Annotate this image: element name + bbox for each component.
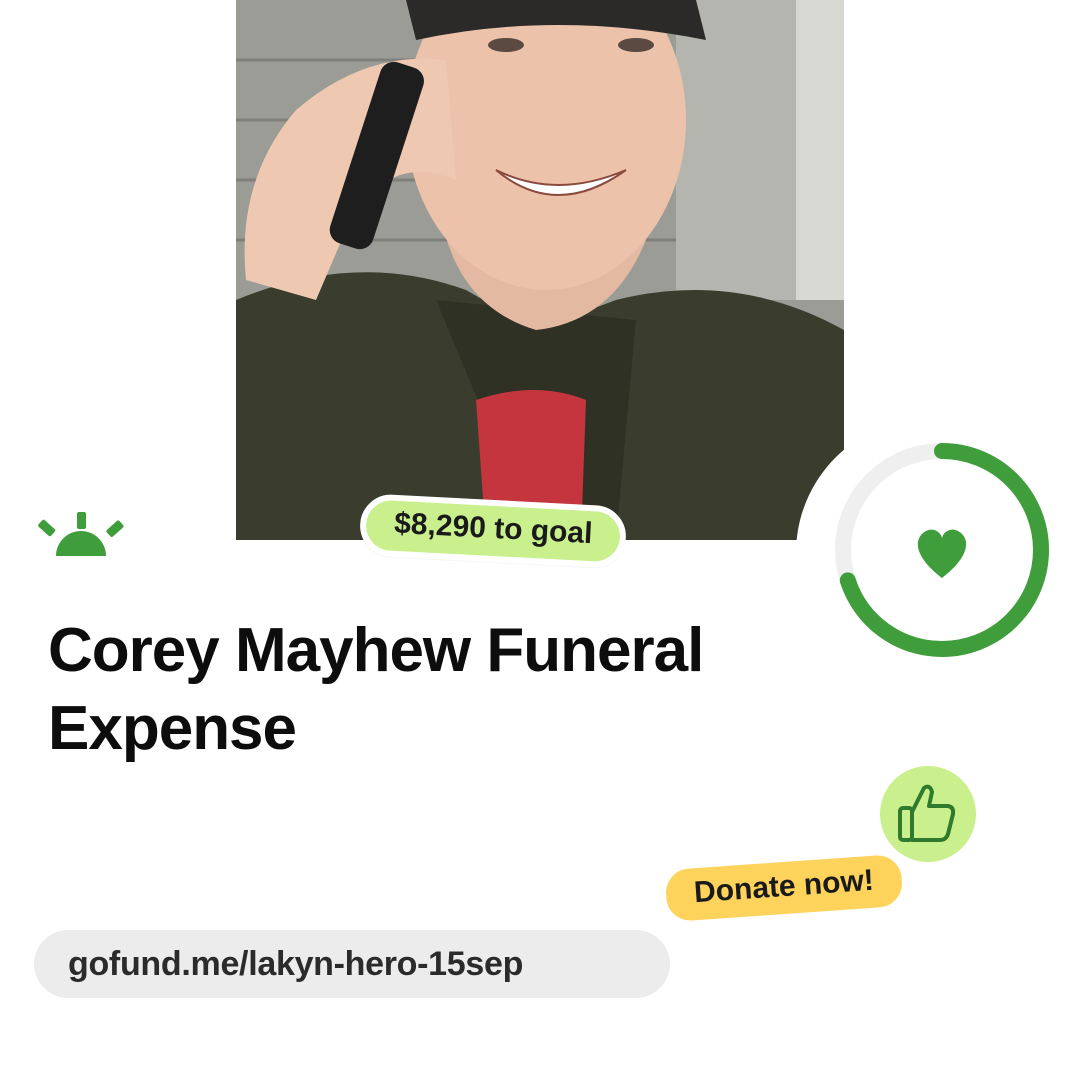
donate-now-button[interactable]: Donate now! (658, 847, 910, 929)
campaign-link[interactable]: gofund.me/lakyn-hero-15sep (34, 930, 670, 998)
goal-remaining-badge: $8,290 to goal (358, 493, 628, 569)
thumbs-up-badge (880, 766, 976, 862)
donation-progress-ring (796, 418, 1066, 688)
campaign-url-text: gofund.me/lakyn-hero-15sep (68, 944, 524, 983)
campaign-photo (236, 0, 844, 540)
progress-ring-graphic (835, 443, 1049, 657)
sun-rise-icon (38, 512, 124, 556)
goal-remaining-text: $8,290 to goal (393, 506, 594, 551)
heart-icon (917, 529, 967, 578)
campaign-title: Corey Mayhew Funeral Expense (48, 616, 704, 763)
thumbs-up-icon (898, 784, 956, 842)
donate-now-label: Donate now! (692, 863, 875, 910)
campaign-photo-image (236, 0, 844, 540)
